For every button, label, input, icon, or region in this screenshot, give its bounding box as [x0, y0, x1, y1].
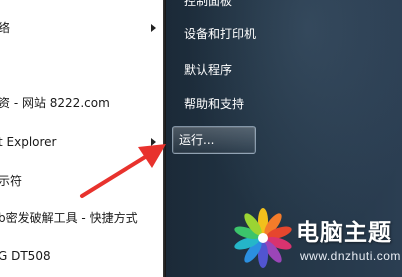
program-item-network[interactable]: 络 [0, 18, 163, 38]
menu-item-run[interactable]: 运行... [172, 126, 256, 154]
program-item-label: b密发破解工具 - 快捷方式 [0, 211, 138, 225]
program-item-label: 资 - 网站 8222.com [0, 96, 110, 110]
menu-item-control-panel[interactable]: 控制面板 [176, 0, 240, 14]
program-item-website-shortcut[interactable]: 资 - 网站 8222.com [0, 93, 163, 113]
flower-logo-icon [234, 208, 292, 268]
menu-item-help-and-support[interactable]: 帮助和支持 [176, 91, 252, 117]
watermark-title: 电脑主题 [296, 220, 392, 246]
menu-item-default-programs[interactable]: 默认程序 [176, 57, 240, 83]
program-item-label: 示符 [0, 174, 23, 188]
watermark-url: www.dnzhuti.com [300, 249, 401, 263]
program-item-command-prompt[interactable]: 示符 [0, 171, 163, 191]
program-item-label: 络 [0, 21, 11, 35]
submenu-arrow-icon [151, 138, 156, 146]
watermark-logo: 电脑主题 www.dnzhuti.com [230, 205, 402, 277]
program-item-label: G DT508 [0, 249, 51, 263]
start-menu-programs-pane: 络 资 - 网站 8222.com t Explorer 示符 b密发破解工具 … [0, 0, 163, 277]
program-item-crack-tool-shortcut[interactable]: b密发破解工具 - 快捷方式 [0, 208, 163, 228]
menu-item-devices-and-printers[interactable]: 设备和打印机 [176, 21, 264, 47]
program-item-label: t Explorer [0, 135, 57, 149]
program-item-internet-explorer[interactable]: t Explorer [0, 132, 163, 152]
submenu-arrow-icon [151, 24, 156, 32]
program-item-dt508[interactable]: G DT508 [0, 246, 163, 266]
